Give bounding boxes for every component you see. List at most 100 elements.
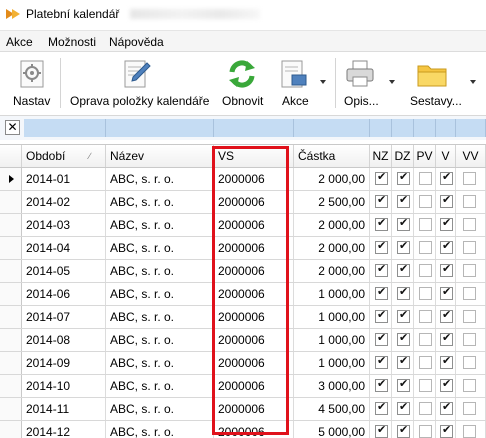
cell-castka[interactable]: 2 500,00 xyxy=(294,191,370,213)
pv-checkbox[interactable] xyxy=(419,218,432,231)
nz-checkbox[interactable] xyxy=(375,331,388,346)
cell-castka[interactable]: 1 000,00 xyxy=(294,352,370,374)
nz-checkbox[interactable] xyxy=(375,193,388,208)
cell-obdobi[interactable]: 2014-04 xyxy=(22,237,106,259)
cell-nazev[interactable]: ABC, s. r. o. xyxy=(106,191,214,213)
dz-checkbox[interactable] xyxy=(397,193,410,208)
filter-nz[interactable] xyxy=(370,119,392,137)
filter-pv[interactable] xyxy=(414,119,436,137)
dz-checkbox[interactable] xyxy=(397,354,410,369)
cell-obdobi[interactable]: 2014-11 xyxy=(22,398,106,420)
row-header[interactable] xyxy=(0,214,22,236)
nastav-button[interactable]: Nastav xyxy=(6,52,54,116)
filter-vs[interactable] xyxy=(214,119,294,137)
nz-checkbox[interactable] xyxy=(375,285,388,300)
cell-castka[interactable]: 1 000,00 xyxy=(294,306,370,328)
dz-checkbox[interactable] xyxy=(397,285,410,300)
cell-obdobi[interactable]: 2014-08 xyxy=(22,329,106,351)
v-checkbox[interactable] xyxy=(440,216,453,231)
row-header[interactable] xyxy=(0,260,22,282)
dz-checkbox[interactable] xyxy=(397,400,410,415)
v-checkbox[interactable] xyxy=(440,170,453,185)
akce-button[interactable]: Akce xyxy=(272,52,330,116)
v-checkbox[interactable] xyxy=(440,193,453,208)
v-checkbox[interactable] xyxy=(440,331,453,346)
v-checkbox[interactable] xyxy=(440,400,453,415)
nz-checkbox[interactable] xyxy=(375,308,388,323)
filter-dz[interactable] xyxy=(392,119,414,137)
nz-checkbox[interactable] xyxy=(375,400,388,415)
v-checkbox[interactable] xyxy=(440,262,453,277)
pv-checkbox[interactable] xyxy=(419,333,432,346)
cell-nazev[interactable]: ABC, s. r. o. xyxy=(106,329,214,351)
menu-akce[interactable]: Akce xyxy=(6,35,33,49)
column-header-nz[interactable]: NZ xyxy=(370,145,392,167)
cell-obdobi[interactable]: 2014-07 xyxy=(22,306,106,328)
nz-checkbox[interactable] xyxy=(375,170,388,185)
menu-moznosti[interactable]: Možnosti xyxy=(48,35,96,49)
column-header-castka[interactable]: Částka xyxy=(294,145,370,167)
cell-obdobi[interactable]: 2014-03 xyxy=(22,214,106,236)
row-header[interactable] xyxy=(0,306,22,328)
column-header-v[interactable]: V xyxy=(436,145,456,167)
nz-checkbox[interactable] xyxy=(375,377,388,392)
dz-checkbox[interactable] xyxy=(397,423,410,438)
filter-nazev[interactable] xyxy=(106,119,214,137)
cell-castka[interactable]: 2 000,00 xyxy=(294,237,370,259)
cell-nazev[interactable]: ABC, s. r. o. xyxy=(106,237,214,259)
cell-castka[interactable]: 4 500,00 xyxy=(294,398,370,420)
dz-checkbox[interactable] xyxy=(397,170,410,185)
vv-checkbox[interactable] xyxy=(463,287,476,300)
column-header-obdobi[interactable]: Období ∕ xyxy=(22,145,106,167)
cell-castka[interactable]: 1 000,00 xyxy=(294,283,370,305)
pv-checkbox[interactable] xyxy=(419,310,432,323)
oprava-polozky-button[interactable]: Oprava položky kalendáře xyxy=(66,52,210,116)
v-checkbox[interactable] xyxy=(440,354,453,369)
pv-checkbox[interactable] xyxy=(419,195,432,208)
sestavy-button[interactable]: Sestavy... xyxy=(406,52,482,116)
vv-checkbox[interactable] xyxy=(463,310,476,323)
cell-castka[interactable]: 2 000,00 xyxy=(294,214,370,236)
row-header[interactable] xyxy=(0,398,22,420)
dz-checkbox[interactable] xyxy=(397,331,410,346)
nz-checkbox[interactable] xyxy=(375,354,388,369)
column-header-dz[interactable]: DZ xyxy=(392,145,414,167)
cell-nazev[interactable]: ABC, s. r. o. xyxy=(106,260,214,282)
v-checkbox[interactable] xyxy=(440,239,453,254)
pv-checkbox[interactable] xyxy=(419,379,432,392)
vv-checkbox[interactable] xyxy=(463,402,476,415)
cell-nazev[interactable]: ABC, s. r. o. xyxy=(106,168,214,190)
pv-checkbox[interactable] xyxy=(419,356,432,369)
cell-nazev[interactable]: ABC, s. r. o. xyxy=(106,375,214,397)
cell-obdobi[interactable]: 2014-01 xyxy=(22,168,106,190)
dz-checkbox[interactable] xyxy=(397,262,410,277)
row-header[interactable] xyxy=(0,168,22,190)
filter-vv[interactable] xyxy=(456,119,486,137)
nz-checkbox[interactable] xyxy=(375,262,388,277)
column-header-vv[interactable]: VV xyxy=(456,145,486,167)
v-checkbox[interactable] xyxy=(440,377,453,392)
cell-nazev[interactable]: ABC, s. r. o. xyxy=(106,306,214,328)
cell-obdobi[interactable]: 2014-10 xyxy=(22,375,106,397)
vv-checkbox[interactable] xyxy=(463,425,476,438)
pv-checkbox[interactable] xyxy=(419,264,432,277)
cell-obdobi[interactable]: 2014-12 xyxy=(22,421,106,438)
nz-checkbox[interactable] xyxy=(375,239,388,254)
vv-checkbox[interactable] xyxy=(463,264,476,277)
v-checkbox[interactable] xyxy=(440,423,453,438)
obnovit-button[interactable]: Obnovit xyxy=(214,52,270,116)
filter-obdobi[interactable] xyxy=(24,119,106,137)
cell-nazev[interactable]: ABC, s. r. o. xyxy=(106,398,214,420)
dz-checkbox[interactable] xyxy=(397,216,410,231)
close-filter-icon[interactable]: ✕ xyxy=(5,120,20,135)
opis-button[interactable]: Opis... xyxy=(338,52,400,116)
dz-checkbox[interactable] xyxy=(397,308,410,323)
vv-checkbox[interactable] xyxy=(463,241,476,254)
cell-obdobi[interactable]: 2014-02 xyxy=(22,191,106,213)
dz-checkbox[interactable] xyxy=(397,239,410,254)
cell-castka[interactable]: 2 000,00 xyxy=(294,168,370,190)
filter-castka[interactable] xyxy=(294,119,370,137)
row-header[interactable] xyxy=(0,421,22,438)
row-header[interactable] xyxy=(0,375,22,397)
pv-checkbox[interactable] xyxy=(419,425,432,438)
